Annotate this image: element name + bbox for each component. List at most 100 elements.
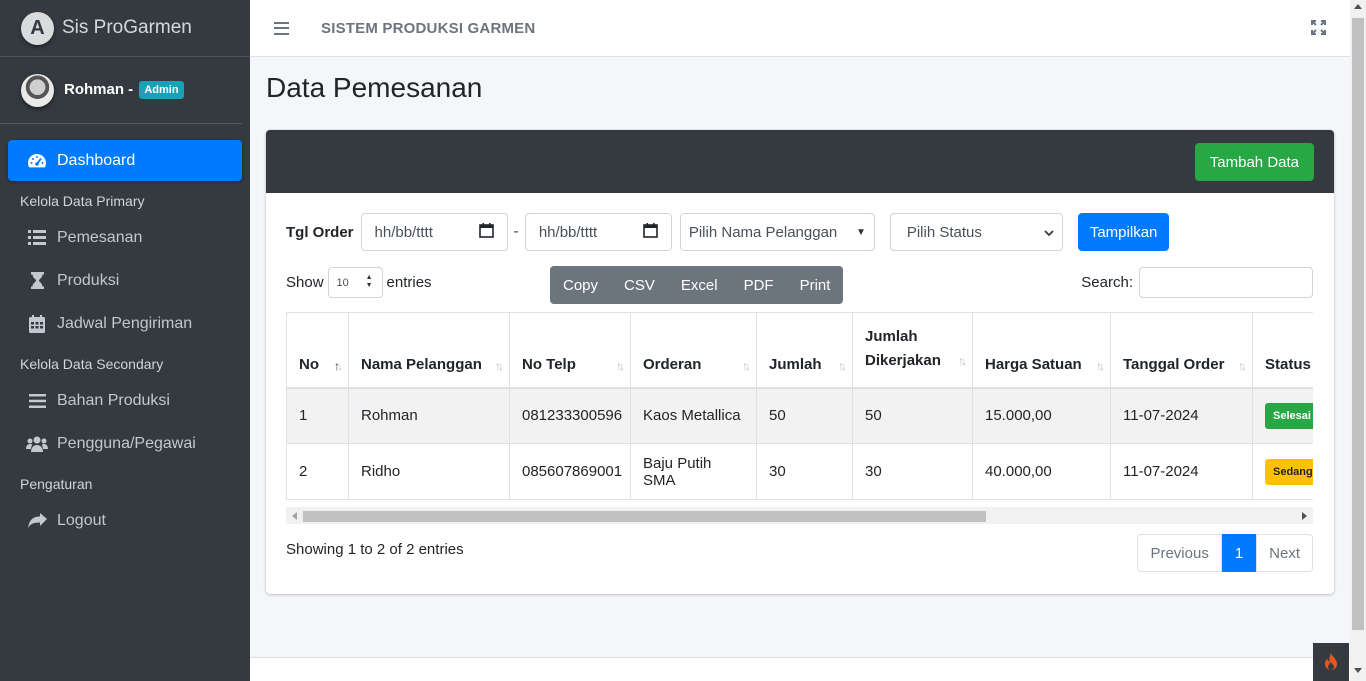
- date-to-placeholder: hh/bb/tttt: [538, 223, 598, 241]
- sort-icon: ↑↓: [838, 358, 847, 373]
- customer-select[interactable]: Pilih Nama Pelanggan ▼: [679, 213, 875, 251]
- role-badge: Admin: [139, 81, 184, 100]
- search-control: Search:: [1081, 267, 1313, 298]
- search-label: Search:: [1081, 274, 1133, 291]
- entries-length-select[interactable]: 10 ▲ ▼: [327, 267, 383, 298]
- column-header-tanggal-order[interactable]: Tanggal Order ↑↓: [1110, 312, 1253, 389]
- sidebar-item-label: Bahan Produksi: [57, 391, 170, 409]
- sidebar-item-bahan-produksi[interactable]: Bahan Produksi: [8, 380, 242, 421]
- user-panel[interactable]: Rohman - Admin: [0, 57, 242, 124]
- show-button[interactable]: Tampilkan: [1077, 213, 1170, 251]
- csv-button[interactable]: CSV: [611, 277, 668, 294]
- scroll-up-icon[interactable]: [1354, 4, 1362, 9]
- copy-button[interactable]: Copy: [550, 277, 611, 294]
- cell-status: Selesai: [1252, 387, 1313, 444]
- vertical-scrollbar-thumb[interactable]: [1352, 18, 1364, 630]
- share-icon: [26, 512, 48, 529]
- pdf-button[interactable]: PDF: [731, 277, 787, 294]
- table-wrapper: No ↑↓ Nama Pelanggan ↑↓ No Telp ↑↓ Orderan ↑…: [286, 312, 1313, 500]
- column-header-harga-satuan[interactable]: Harga Satuan ↑↓: [972, 312, 1111, 389]
- date-to-input[interactable]: hh/bb/tttt: [524, 213, 672, 251]
- cell-no: 2: [286, 443, 349, 500]
- scroll-left-icon[interactable]: [292, 512, 297, 520]
- tachometer-icon: [26, 152, 48, 170]
- cell-no: 1: [286, 387, 349, 444]
- column-header-label: Tanggal Order: [1123, 355, 1225, 373]
- hamburger-menu-icon[interactable]: [274, 21, 289, 35]
- next-button[interactable]: Next: [1256, 534, 1313, 572]
- status-select-value: Pilih Status: [906, 223, 982, 241]
- sidebar-item-pengguna-pegawai[interactable]: Pengguna/Pegawai: [8, 423, 242, 464]
- users-icon: [26, 436, 48, 452]
- sidebar-nav: Dashboard Kelola Data Primary Pemesanan …: [0, 124, 250, 541]
- cell-dikerjakan: 30: [852, 443, 973, 500]
- user-name: Rohman - Admin: [64, 80, 184, 100]
- column-header-jumlah[interactable]: Jumlah ↑↓: [756, 312, 853, 389]
- page-button-current[interactable]: 1: [1221, 534, 1257, 572]
- sort-icon: ↑↓: [958, 353, 967, 368]
- cell-harga: 15.000,00: [972, 387, 1111, 444]
- sort-icon: ↑↓: [495, 358, 504, 373]
- table-row: 1 Rohman 081233300596 Kaos Metallica 50 …: [286, 387, 1313, 444]
- column-header-status[interactable]: Status: [1252, 312, 1313, 389]
- column-header-label: Status: [1265, 355, 1311, 373]
- cell-telp: 081233300596: [509, 387, 631, 444]
- sidebar-item-logout[interactable]: Logout: [8, 500, 242, 541]
- fire-icon[interactable]: [1313, 643, 1349, 681]
- add-data-button[interactable]: Tambah Data: [1194, 143, 1314, 181]
- length-control: Show 10 ▲ ▼ entries: [286, 267, 432, 298]
- cell-harga: 40.000,00: [972, 443, 1111, 500]
- previous-button[interactable]: Previous: [1137, 534, 1222, 572]
- cell-dikerjakan: 50: [852, 387, 973, 444]
- date-from-placeholder: hh/bb/tttt: [374, 223, 433, 241]
- sidebar-item-label: Logout: [57, 511, 106, 529]
- cell-nama: Rohman: [348, 387, 510, 444]
- card-header: Tambah Data: [266, 130, 1334, 193]
- scroll-right-icon[interactable]: [1302, 512, 1307, 520]
- avatar: [21, 73, 54, 107]
- show-label: Show: [286, 274, 324, 291]
- sidebar-item-dashboard[interactable]: Dashboard: [8, 140, 242, 181]
- user-name-text: Rohman -: [64, 80, 134, 98]
- horizontal-scrollbar[interactable]: [286, 507, 1313, 524]
- date-separator: -: [513, 223, 519, 240]
- calendar-icon: [478, 222, 494, 242]
- print-button[interactable]: Print: [787, 277, 844, 294]
- cell-jumlah: 30: [756, 443, 853, 500]
- list-icon: [26, 230, 48, 245]
- sort-icon: ↑↓: [1096, 358, 1105, 373]
- table-row: 2 Ridho 085607869001 Baju Putih SMA 30 3…: [286, 443, 1313, 500]
- status-select[interactable]: Pilih Status: [889, 213, 1063, 251]
- sidebar-item-pemesanan[interactable]: Pemesanan: [8, 217, 242, 258]
- column-header-no[interactable]: No ↑↓: [286, 312, 349, 389]
- column-header-label: Jumlah Dikerjakan: [865, 327, 941, 369]
- page-title: Data Pemesanan: [266, 72, 483, 103]
- scrollbar-thumb[interactable]: [303, 511, 986, 522]
- excel-button[interactable]: Excel: [668, 277, 731, 294]
- date-from-input[interactable]: hh/bb/tttt: [360, 213, 508, 251]
- sidebar-item-produksi[interactable]: Produksi: [8, 260, 242, 301]
- column-header-orderan[interactable]: Orderan ↑↓: [630, 312, 757, 389]
- sort-asc-icon: ↑↓: [334, 358, 343, 373]
- search-input[interactable]: [1139, 267, 1313, 298]
- column-header-label: No Telp: [522, 355, 576, 373]
- orders-table: No ↑↓ Nama Pelanggan ↑↓ No Telp ↑↓ Orderan ↑…: [286, 312, 1313, 500]
- brand-link[interactable]: A Sis ProGarmen: [0, 0, 250, 57]
- column-header-nama-pelanggan[interactable]: Nama Pelanggan ↑↓: [348, 312, 510, 389]
- table-header-row: No ↑↓ Nama Pelanggan ↑↓ No Telp ↑↓ Orderan ↑…: [286, 312, 1313, 389]
- scroll-down-icon[interactable]: [1354, 668, 1362, 673]
- hourglass-icon: [26, 272, 48, 289]
- sidebar-item-jadwal-pengiriman[interactable]: Jadwal Pengiriman: [8, 303, 242, 344]
- sidebar-item-label: Dashboard: [57, 151, 136, 169]
- calendar-icon: [643, 222, 658, 242]
- pagination: Previous 1 Next: [1137, 534, 1313, 572]
- column-header-no-telp[interactable]: No Telp ↑↓: [509, 312, 631, 389]
- sidebar-header-primary: Kelola Data Primary: [20, 193, 145, 209]
- orders-card: Tambah Data Tgl Order hh/bb/tttt - hh/bb…: [266, 130, 1334, 594]
- brand-logo: A: [21, 11, 54, 45]
- entries-label: entries: [386, 274, 432, 291]
- export-button-group: Copy CSV Excel PDF Print: [550, 266, 844, 304]
- fullscreen-icon[interactable]: [1311, 20, 1326, 40]
- caret-down-icon: ▼: [855, 226, 866, 238]
- column-header-jumlah-dikerjakan[interactable]: Jumlah Dikerjakan ↑↓: [852, 312, 973, 389]
